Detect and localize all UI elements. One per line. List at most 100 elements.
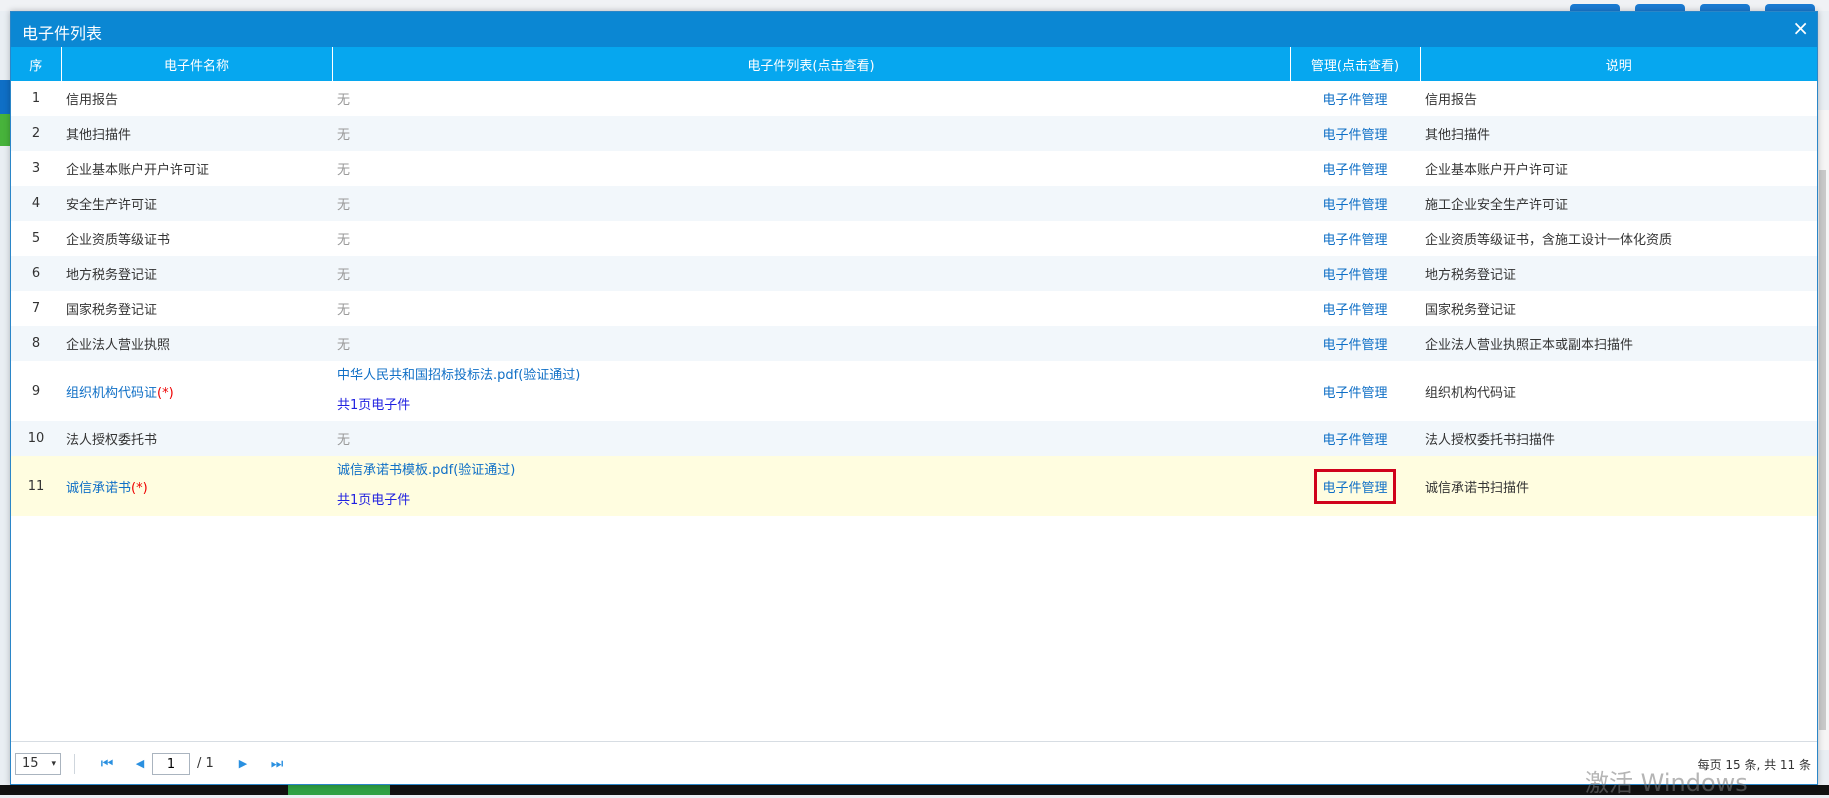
row-file-list: 诚信承诺书模板.pdf(验证通过) 共1页电子件 [332,456,1290,516]
table-row: 8 企业法人营业执照 无 电子件管理 企业法人营业执照正本或副本扫描件 [11,326,1817,361]
row-description: 施工企业安全生产许可证 [1420,186,1817,221]
row-index: 8 [11,326,61,361]
table-row: 5 企业资质等级证书 无 电子件管理 企业资质等级证书，含施工设计一体化资质 [11,221,1817,256]
table-row: 6 地方税务登记证 无 电子件管理 地方税务登记证 [11,256,1817,291]
first-page-icon[interactable]: ⏮ [97,754,117,774]
file-pages-link[interactable]: 共1页电子件 [337,493,410,508]
file-management-link[interactable]: 电子件管理 [1314,326,1395,361]
next-page-icon[interactable]: ▶ [233,754,253,774]
file-management-link[interactable]: 电子件管理 [1314,291,1395,326]
pagination-divider [74,754,75,774]
row-file-name-link[interactable]: 组织机构代码证 [66,386,157,401]
close-icon[interactable]: × [1792,18,1809,38]
background-top-bar [0,0,1829,16]
row-index: 1 [31,91,41,106]
row-file-name: 国家税务登记证 [66,303,158,318]
row-file-list-empty: 无 [332,326,1290,361]
electronic-file-list-dialog: 电子件列表 × 序 电子件名称 电子件列表(点击查看) 管理(点击查看) 说明 … [10,11,1818,785]
table-header-row: 序 电子件名称 电子件列表(点击查看) 管理(点击查看) 说明 [11,47,1817,81]
row-index: 10 [11,421,61,456]
background-green-tab [288,785,390,795]
dialog-title: 电子件列表 [22,24,103,43]
file-link[interactable]: 中华人民共和国招标投标法.pdf(验证通过) [337,368,580,383]
last-page-icon[interactable]: ⏭ [267,754,287,774]
row-index: 6 [11,256,61,291]
dialog-titlebar: 电子件列表 × [11,12,1817,47]
row-file-name: 法人授权委托书 [61,421,332,456]
table-row: 9 组织机构代码证(*) 中华人民共和国招标投标法.pdf(验证通过) 共1页电… [11,361,1817,421]
row-index: 4 [11,186,61,221]
file-management-link[interactable]: 电子件管理 [1314,256,1395,291]
row-file-list-empty: 无 [337,93,351,108]
row-file-list-empty: 无 [332,186,1290,221]
row-file-list-empty: 无 [337,163,351,178]
row-index: 5 [31,231,41,246]
row-description: 企业资质等级证书，含施工设计一体化资质 [1425,233,1673,248]
table-row: 3 企业基本账户开户许可证 无 电子件管理 企业基本账户开户许可证 [11,151,1817,186]
row-file-list-empty: 无 [332,256,1290,291]
row-description: 法人授权委托书扫描件 [1420,421,1817,456]
header-file-list: 电子件列表(点击查看) [332,47,1291,81]
table-row-selected: 11 诚信承诺书(*) 诚信承诺书模板.pdf(验证通过) 共1页电子件 电子件… [11,456,1817,516]
row-file-name-link[interactable]: 诚信承诺书 [66,481,131,496]
row-index: 11 [11,456,61,516]
table-row: 1 信用报告 无 电子件管理 信用报告 [11,81,1817,116]
file-management-link[interactable]: 电子件管理 [1314,374,1395,409]
table-row: 10 法人授权委托书 无 电子件管理 法人授权委托书扫描件 [11,421,1817,456]
row-description: 地方税务登记证 [1420,256,1817,291]
table-row: 2 其他扫描件 无 电子件管理 其他扫描件 [11,116,1817,151]
row-description: 国家税务登记证 [1425,303,1517,318]
chevron-down-icon: ▾ [51,759,56,769]
row-file-list-empty: 无 [337,233,351,248]
row-description: 诚信承诺书扫描件 [1420,456,1817,516]
row-file-name: 信用报告 [66,93,119,108]
file-management-link-highlighted[interactable]: 电子件管理 [1314,468,1396,504]
header-file-name: 电子件名称 [61,47,333,81]
row-description: 其他扫描件 [1420,116,1817,151]
total-pages: / 1 [197,756,214,771]
row-file-list-empty: 无 [337,303,351,318]
row-file-list-empty: 无 [332,116,1290,151]
file-table: 序 电子件名称 电子件列表(点击查看) 管理(点击查看) 说明 1 信用报告 无… [11,47,1817,516]
windows-activation-watermark: 激活 Windows [1585,769,1748,797]
file-management-link[interactable]: 电子件管理 [1314,151,1395,186]
file-management-link[interactable]: 电子件管理 [1314,221,1395,256]
page-size-value: 15 [22,756,39,771]
row-index: 2 [11,116,61,151]
row-file-name: 安全生产许可证 [61,186,332,221]
prev-page-icon[interactable]: ◀ [130,754,150,774]
row-file-name-cell: 诚信承诺书(*) [61,456,332,516]
file-management-link[interactable]: 电子件管理 [1314,186,1395,221]
table-row: 4 安全生产许可证 无 电子件管理 施工企业安全生产许可证 [11,186,1817,221]
row-description: 组织机构代码证 [1425,385,1517,401]
row-file-name-cell: 组织机构代码证(*) [61,361,332,421]
row-description: 企业基本账户开户许可证 [1425,163,1569,178]
file-link[interactable]: 诚信承诺书模板.pdf(验证通过) [337,463,515,478]
row-file-list-empty: 无 [332,421,1290,456]
file-management-link[interactable]: 电子件管理 [1314,421,1395,456]
header-index: 序 [11,47,62,81]
row-index: 9 [31,383,41,399]
row-file-name: 企业资质等级证书 [66,233,171,248]
row-file-name: 企业基本账户开户许可证 [66,163,210,178]
table-row: 7 国家税务登记证 无 电子件管理 国家税务登记证 [11,291,1817,326]
row-description: 信用报告 [1425,93,1478,108]
pagination-bar: 15 ▾ ⏮ ◀ / 1 ▶ ⏭ 每页 15 条, 共 11 条 [11,741,1817,784]
required-marker: (*) [131,480,148,496]
file-management-link[interactable]: 电子件管理 [1314,81,1395,116]
row-description: 企业法人营业执照正本或副本扫描件 [1420,326,1817,361]
file-management-link[interactable]: 电子件管理 [1314,116,1395,151]
row-file-name: 其他扫描件 [61,116,332,151]
header-management: 管理(点击查看) [1290,47,1421,81]
row-index: 3 [31,161,41,176]
scrollbar-thumb[interactable] [1819,170,1826,730]
row-file-name: 地方税务登记证 [61,256,332,291]
file-pages-link[interactable]: 共1页电子件 [337,398,410,413]
row-file-name: 企业法人营业执照 [61,326,332,361]
header-description: 说明 [1420,47,1817,81]
required-marker: (*) [157,385,174,401]
page-number-input[interactable] [152,753,190,775]
page-size-select[interactable]: 15 ▾ [15,753,61,775]
row-file-list: 中华人民共和国招标投标法.pdf(验证通过) 共1页电子件 [332,361,1290,421]
row-index: 7 [31,301,41,316]
